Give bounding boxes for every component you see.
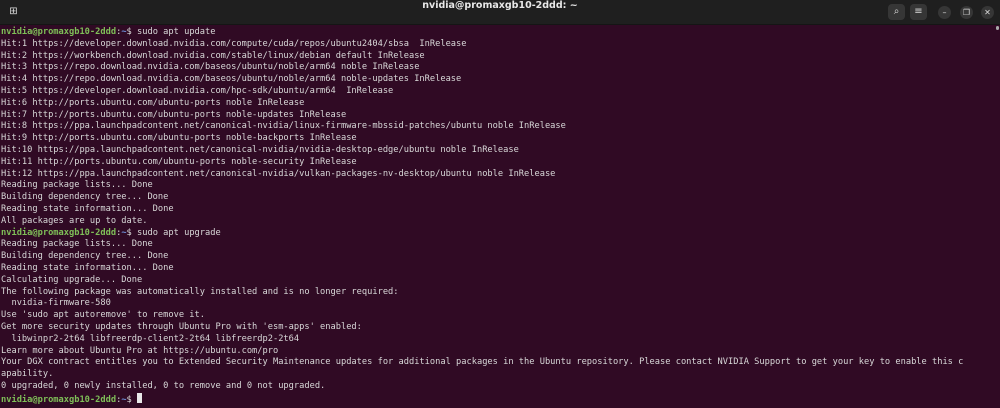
output-line: Reading state information... Done: [1, 203, 174, 214]
output-line: Hit:4 https://repo.download.nvidia.com/b…: [1, 74, 462, 85]
title-bar: ⊞ nvidia@promaxgb10-2ddd: ~ ⌕ ≡ – ❐ ✕: [0, 0, 1000, 25]
output-line: Hit:1 https://developer.download.nvidia.…: [1, 38, 467, 49]
hamburger-menu-icon[interactable]: ≡: [910, 4, 927, 20]
output-line: Your DGX contract entitles you to Extend…: [1, 357, 964, 368]
output-line: Hit:7 http://ports.ubuntu.com/ubuntu-por…: [1, 109, 347, 120]
output-line: Hit:9 http://ports.ubuntu.com/ubuntu-por…: [1, 133, 357, 144]
scrollbar[interactable]: [996, 26, 999, 408]
command-text: sudo apt upgrade: [131, 227, 221, 238]
output-line: Learn more about Ubuntu Pro at https://u…: [1, 345, 279, 356]
scrollbar-thumb[interactable]: [996, 26, 999, 30]
search-icon[interactable]: ⌕: [888, 4, 905, 20]
output-line: Hit:8 https://ppa.launchpadcontent.net/c…: [1, 121, 566, 132]
output-line: 0 upgraded, 0 newly installed, 0 to remo…: [1, 380, 326, 391]
output-line: Building dependency tree... Done: [1, 251, 169, 262]
output-line: Hit:5 https://developer.download.nvidia.…: [1, 85, 394, 96]
text-cursor: [137, 392, 143, 403]
output-line: All packages are up to date.: [1, 215, 148, 226]
output-line: Calculating upgrade... Done: [1, 274, 143, 285]
output-line: apability.: [1, 369, 54, 380]
output-line: Building dependency tree... Done: [1, 192, 169, 203]
command-text: sudo apt update: [131, 27, 216, 37]
output-line: Use 'sudo apt autoremove' to remove it.: [1, 310, 205, 321]
terminal-output[interactable]: nvidia@promaxgb10-2ddd:~$ sudo apt updat…: [1, 27, 996, 405]
window-title: nvidia@promaxgb10-2ddd: ~: [422, 0, 578, 11]
prompt-line: nvidia@promaxgb10-2ddd:~$ sudo apt upgra…: [1, 228, 996, 240]
prompt-line: nvidia@promaxgb10-2ddd:~$: [1, 392, 996, 405]
output-line: Hit:11 http://ports.ubuntu.com/ubuntu-po…: [1, 156, 357, 167]
output-line: Hit:3 https://repo.download.nvidia.com/b…: [1, 62, 420, 73]
prompt-user-host: nvidia@promaxgb10-2ddd: [1, 394, 117, 405]
output-line: Get more security updates through Ubuntu…: [1, 321, 362, 332]
output-line: Hit:10 https://ppa.launchpadcontent.net/…: [1, 144, 519, 155]
prompt-user-host: nvidia@promaxgb10-2ddd: [1, 227, 117, 238]
minimize-icon[interactable]: –: [938, 6, 951, 19]
output-line: Hit:12 https://ppa.launchpadcontent.net/…: [1, 168, 556, 179]
output-line: Hit:2 https://workbench.download.nvidia.…: [1, 50, 425, 61]
output-line: Reading package lists... Done: [1, 180, 153, 191]
output-line: Reading package lists... Done: [1, 239, 153, 250]
output-line: The following package was automatically …: [1, 286, 399, 297]
prompt-line: nvidia@promaxgb10-2ddd:~$ sudo apt updat…: [1, 27, 996, 39]
output-line: nvidia-firmware-580: [1, 298, 111, 309]
restore-icon[interactable]: ❐: [960, 6, 973, 19]
output-line: Reading state information... Done: [1, 262, 174, 273]
close-icon[interactable]: ✕: [981, 6, 994, 19]
prompt-user-host: nvidia@promaxgb10-2ddd: [1, 27, 117, 37]
output-line: Hit:6 http://ports.ubuntu.com/ubuntu-por…: [1, 97, 305, 108]
output-line: libwinpr2-2t64 libfreerdp-client2-2t64 l…: [1, 333, 300, 344]
